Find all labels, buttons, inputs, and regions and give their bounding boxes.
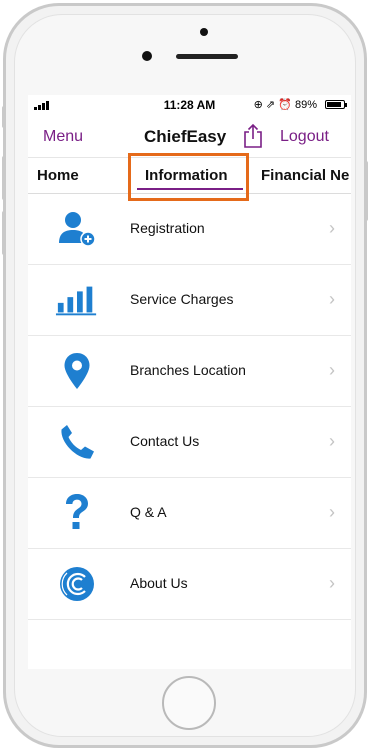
list-item-label: Q & A <box>130 504 167 520</box>
list-item-label: Branches Location <box>130 362 246 378</box>
volume-down-button <box>2 211 6 255</box>
list-item-label: Registration <box>130 220 205 236</box>
battery-icon <box>325 100 347 109</box>
list-item-q-and-a[interactable]: Q & A › <box>28 478 351 549</box>
chevron-right-icon: › <box>329 360 335 380</box>
app-title: ChiefEasy <box>144 127 227 146</box>
location-pin-icon <box>55 351 99 391</box>
battery-percent: 89% <box>294 99 317 111</box>
chevron-right-icon: › <box>329 502 335 522</box>
question-icon <box>55 493 99 533</box>
chevron-right-icon: › <box>329 218 335 238</box>
tab-home[interactable]: Home <box>37 167 79 184</box>
add-user-icon <box>55 209 99 249</box>
status-icons: ⊕ ⇗ ⏰ 89% <box>254 98 317 111</box>
chevron-right-icon: › <box>329 431 335 451</box>
chevron-right-icon: › <box>329 573 335 593</box>
power-button <box>364 161 368 221</box>
mute-switch <box>2 106 6 128</box>
share-icon[interactable] <box>242 123 264 154</box>
earpiece-speaker <box>176 54 238 59</box>
status-indicator-icons: ⊕ ⇗ ⏰ <box>253 99 292 111</box>
list-item-about-us[interactable]: About Us › <box>28 549 351 620</box>
status-bar: 11:28 AM ⊕ ⇗ ⏰ 89% <box>28 95 351 115</box>
chevron-right-icon: › <box>329 289 335 309</box>
list-item-label: About Us <box>130 575 188 591</box>
proximity-sensor <box>200 28 208 36</box>
phone-icon <box>55 422 99 462</box>
company-logo-icon <box>55 564 99 604</box>
menu-button[interactable]: Menu <box>43 128 83 146</box>
navigation-bar: Menu ChiefEasy Logout <box>28 115 351 158</box>
list-item-contact-us[interactable]: Contact Us › <box>28 407 351 478</box>
logout-button[interactable]: Logout <box>280 128 329 146</box>
list-item-label: Contact Us <box>130 433 200 449</box>
list-item-registration[interactable]: Registration › <box>28 194 351 265</box>
front-camera <box>142 51 152 61</box>
list-item-label: Service Charges <box>130 291 234 307</box>
tab-financial-news[interactable]: Financial Ne <box>261 167 349 184</box>
list-item-service-charges[interactable]: Service Charges › <box>28 265 351 336</box>
information-list: Registration › Service Charges › Branche… <box>28 194 351 620</box>
list-item-branches-location[interactable]: Branches Location › <box>28 336 351 407</box>
home-button[interactable] <box>162 676 216 730</box>
bar-chart-icon <box>55 280 99 320</box>
volume-up-button <box>2 156 6 200</box>
tab-highlight-box <box>128 153 249 201</box>
